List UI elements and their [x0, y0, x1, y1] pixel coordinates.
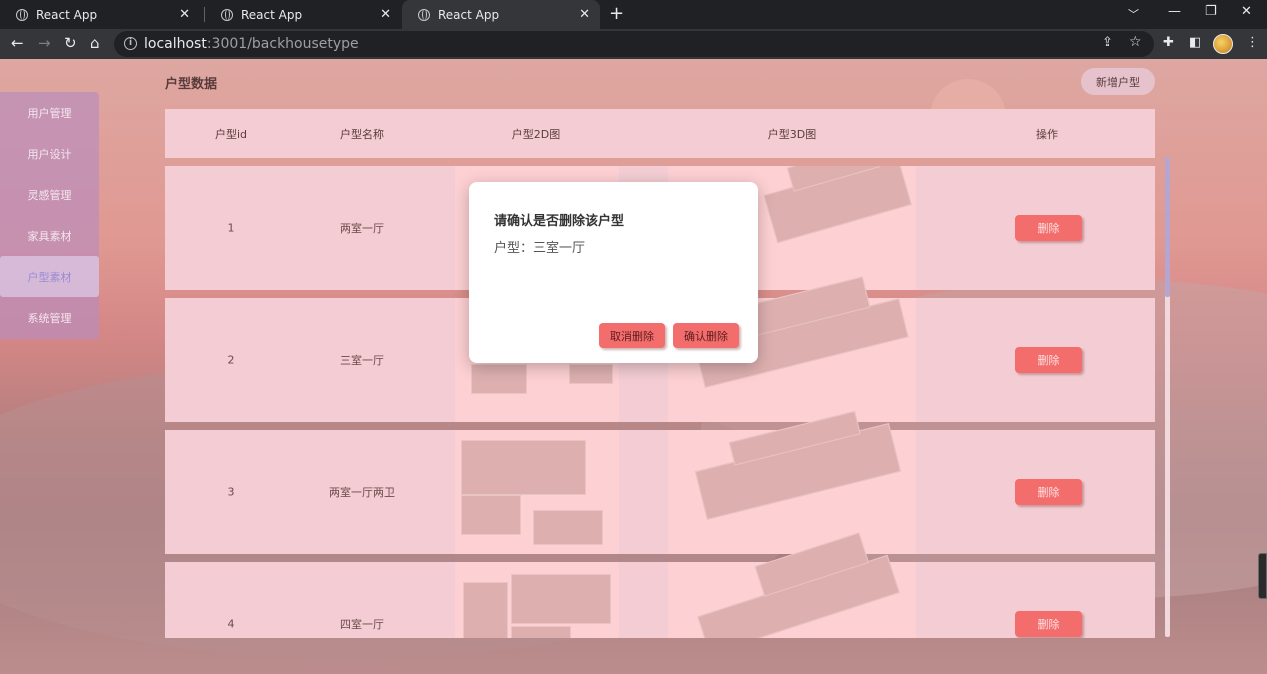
tab-title: React App: [36, 7, 98, 22]
star-icon[interactable]: ☆: [1129, 34, 1142, 50]
tab-title: React App: [438, 7, 500, 22]
floorplan-2d-image: [455, 562, 619, 638]
column-header: 操作: [1036, 127, 1058, 141]
chevron-down-icon[interactable]: ﹀: [1128, 6, 1139, 22]
delete-button[interactable]: 删除: [1015, 479, 1082, 505]
window-close-icon[interactable]: ✕: [1241, 4, 1252, 19]
cell-name: 三室一厅: [340, 354, 384, 367]
browser-tab-3[interactable]: React App ✕: [402, 0, 600, 29]
sidebar-item-user-management[interactable]: 用户管理: [0, 92, 99, 133]
sidebar-item-label: 灵感管理: [27, 188, 72, 202]
table-row: 3 两室一厅两卫 删除: [165, 410, 1155, 554]
cell-id: 1: [227, 221, 235, 235]
restore-icon[interactable]: ❐: [1205, 4, 1217, 19]
side-panel-icon[interactable]: ◧: [1189, 35, 1201, 50]
sidebar: 用户管理 用户设计 灵感管理 家具素材 户型素材 系统管理: [0, 92, 99, 339]
home-icon[interactable]: ⌂: [90, 34, 100, 52]
sidebar-item-inspiration[interactable]: 灵感管理: [0, 174, 99, 215]
cell-id: 3: [227, 485, 235, 499]
url-text: localhost:3001/backhousetype: [144, 36, 359, 52]
extensions-icon[interactable]: ✚: [1163, 35, 1174, 50]
delete-confirm-dialog: 请确认是否删除该户型 户型：三室一厅 取消删除 确认删除: [469, 182, 758, 363]
table-header: 户型id 户型名称 户型2D图 户型3D图 操作: [165, 109, 1155, 158]
dialog-title: 请确认是否删除该户型: [494, 214, 625, 229]
browser-tab-bar: React App ✕ React App ✕ React App ✕ + ﹀ …: [0, 0, 1267, 29]
sidebar-item-label: 家具素材: [27, 229, 72, 243]
profile-avatar[interactable]: [1213, 34, 1233, 54]
browser-toolbar: ← → ↻ ⌂ i localhost:3001/backhousetype ⇪…: [0, 29, 1267, 59]
column-header: 户型2D图: [511, 127, 561, 141]
floorplan-3d-image: [668, 410, 916, 554]
column-header: 户型名称: [340, 127, 384, 141]
cell-id: 4: [227, 617, 235, 631]
page-title: 户型数据: [165, 77, 218, 92]
url-host: localhost: [144, 36, 207, 52]
info-icon[interactable]: i: [124, 37, 137, 50]
cell-name: 两室一厅: [340, 222, 384, 235]
close-icon[interactable]: ✕: [380, 7, 391, 22]
cell-name: 四室一厅: [340, 618, 384, 631]
sidebar-item-label: 户型素材: [27, 270, 72, 284]
minimize-icon[interactable]: —: [1168, 4, 1181, 19]
sidebar-item-label: 用户管理: [27, 106, 72, 120]
menu-kebab-icon[interactable]: ⋮: [1246, 35, 1259, 50]
globe-icon: [418, 8, 430, 21]
cell-id: 2: [227, 353, 235, 367]
scrollbar-thumb[interactable]: [1165, 157, 1170, 297]
globe-icon: [221, 8, 233, 21]
globe-icon: [16, 8, 28, 21]
confirm-delete-button[interactable]: 确认删除: [673, 323, 739, 348]
new-tab-icon[interactable]: +: [609, 3, 624, 24]
sidebar-item-user-design[interactable]: 用户设计: [0, 133, 99, 174]
add-house-type-button[interactable]: 新增户型: [1081, 68, 1155, 95]
delete-button[interactable]: 删除: [1015, 215, 1082, 241]
delete-button[interactable]: 删除: [1015, 347, 1082, 373]
column-header: 户型3D图: [767, 127, 817, 141]
forward-arrow-icon[interactable]: →: [38, 34, 51, 52]
browser-tab-1[interactable]: React App ✕: [0, 0, 200, 29]
sidebar-item-system[interactable]: 系统管理: [0, 297, 99, 338]
side-widget-handle[interactable]: [1258, 553, 1267, 599]
cell-name: 两室一厅两卫: [329, 486, 395, 499]
page: 用户管理 用户设计 灵感管理 家具素材 户型素材 系统管理 户型数据 新增户型 …: [0, 59, 1267, 674]
browser-tab-2[interactable]: React App ✕: [205, 0, 401, 29]
address-bar[interactable]: i localhost:3001/backhousetype ⇪ ☆: [114, 31, 1154, 57]
sidebar-item-label: 用户设计: [27, 147, 72, 161]
close-icon[interactable]: ✕: [579, 7, 590, 22]
floorplan-2d-image: [455, 430, 619, 554]
close-icon[interactable]: ✕: [179, 7, 190, 22]
delete-button[interactable]: 删除: [1015, 611, 1082, 637]
reload-icon[interactable]: ↻: [64, 34, 77, 52]
sidebar-item-furniture[interactable]: 家具素材: [0, 215, 99, 256]
floorplan-3d-image: [668, 532, 916, 638]
table-row: 4 四室一厅 删除: [165, 532, 1155, 638]
dialog-message: 户型：三室一厅: [494, 241, 586, 256]
share-icon[interactable]: ⇪: [1102, 35, 1113, 50]
cancel-delete-button[interactable]: 取消删除: [599, 323, 665, 348]
tab-title: React App: [241, 7, 303, 22]
sidebar-item-label: 系统管理: [27, 311, 72, 325]
column-header: 户型id: [214, 127, 248, 141]
back-arrow-icon[interactable]: ←: [11, 34, 24, 52]
sidebar-item-house-type[interactable]: 户型素材: [0, 256, 99, 297]
url-path: :3001/backhousetype: [206, 36, 359, 52]
